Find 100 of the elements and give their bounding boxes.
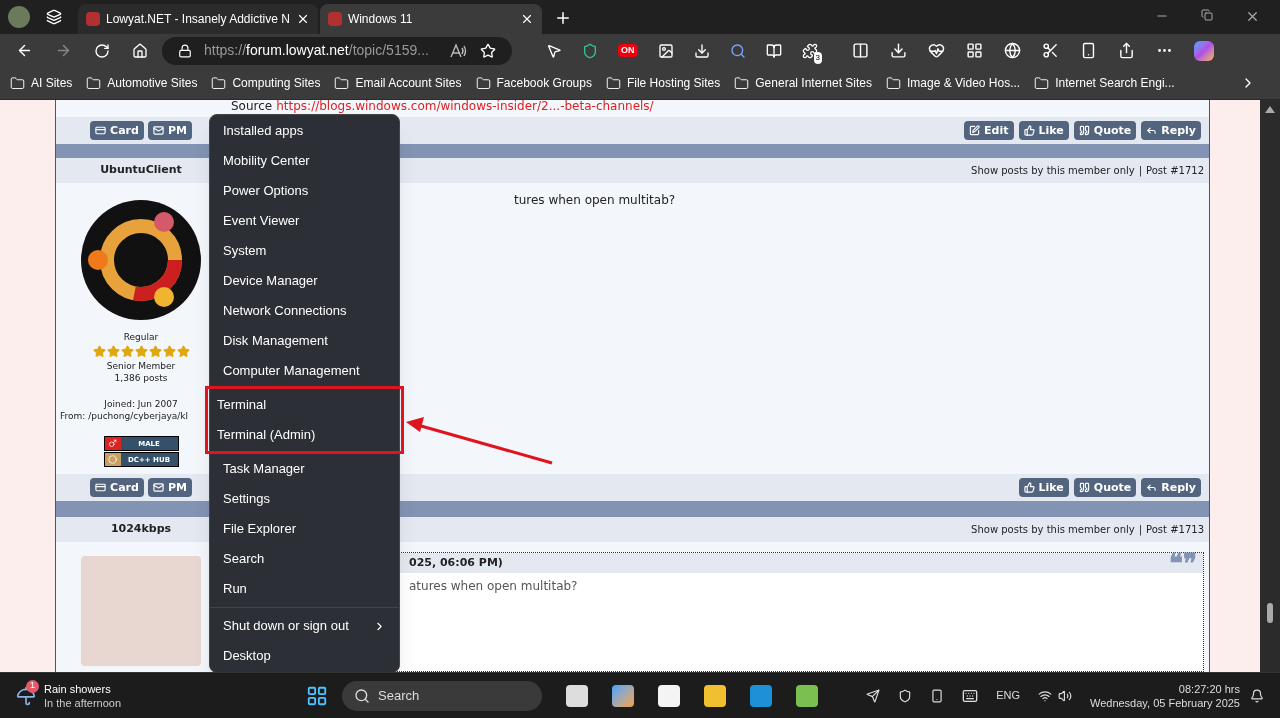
edit-button[interactable]: Edit — [964, 121, 1014, 141]
extension-icon[interactable] — [765, 42, 782, 59]
bookmark-folder[interactable]: Automotive Sites — [86, 74, 198, 92]
extension-count-badge: 3 — [813, 51, 822, 64]
like-icon — [1023, 125, 1035, 137]
post-number[interactable]: Post #1713 — [1146, 521, 1204, 537]
browser-tab[interactable]: Lowyat.NET - Insanely Addictive N — [78, 4, 318, 34]
menu-item[interactable]: Power Options — [210, 176, 399, 206]
quote-button[interactable]: Quote — [1073, 478, 1137, 498]
folder-icon — [734, 75, 750, 91]
scrollbar[interactable] — [1260, 100, 1280, 672]
forward-icon[interactable] — [55, 42, 72, 59]
back-icon[interactable] — [16, 42, 33, 59]
join-date: Joined: Jun 2007 — [104, 398, 178, 410]
tray-icon[interactable] — [898, 688, 913, 703]
taskbar-app-icon[interactable] — [704, 684, 726, 707]
taskbar-app-icon[interactable] — [612, 684, 634, 707]
volume-icon[interactable] — [1057, 688, 1072, 703]
bookmark-folder[interactable]: Computing Sites — [211, 74, 321, 92]
quote-button[interactable]: Quote — [1073, 121, 1137, 141]
extension-toggle[interactable]: ON — [618, 43, 638, 58]
extension-icon[interactable] — [801, 42, 818, 59]
restore-icon[interactable] — [1201, 9, 1213, 21]
reply-button[interactable]: Reply — [1141, 121, 1201, 141]
menu-item[interactable]: Network Connections — [210, 296, 399, 326]
menu-item[interactable]: Terminal — [208, 390, 401, 420]
tray-icon[interactable] — [866, 688, 881, 703]
bookmark-folder[interactable]: General Internet Sites — [734, 74, 872, 92]
rating-star-icon — [162, 345, 176, 358]
reply-icon — [1146, 482, 1158, 494]
edit-icon — [969, 125, 981, 137]
folder-icon — [886, 75, 901, 91]
toolbar-icon[interactable] — [965, 42, 983, 59]
extension-icon[interactable] — [546, 42, 562, 59]
menu-item[interactable]: Event Viewer — [210, 206, 399, 236]
taskbar-app-icon[interactable] — [566, 684, 588, 707]
toolbar-icon[interactable] — [1003, 42, 1021, 59]
notifications-icon[interactable] — [1250, 688, 1264, 703]
card-button[interactable]: Card — [90, 121, 144, 141]
like-button[interactable]: Like — [1018, 478, 1069, 498]
pm-button[interactable]: PM — [147, 478, 192, 498]
menu-item[interactable]: Search — [210, 544, 399, 574]
toolbar-icon[interactable] — [851, 42, 869, 59]
start-icon[interactable] — [306, 684, 328, 707]
member-posts-link[interactable]: Show posts by this member only — [971, 162, 1135, 178]
menu-item[interactable]: Task Manager — [210, 454, 399, 484]
menu-item[interactable]: Shut down or sign out — [210, 611, 399, 641]
taskbar-search-field[interactable]: Search — [342, 680, 542, 711]
extension-icon[interactable] — [657, 42, 674, 59]
source-link[interactable]: https://blogs.windows.com/windows-insider/2...-beta-channels/ — [276, 100, 654, 112]
browser-tab[interactable]: Windows 11 — [319, 4, 542, 34]
toolbar-icon[interactable] — [927, 42, 945, 59]
bookmark-folder[interactable]: Internet Search Engi... — [1034, 74, 1175, 92]
menu-item[interactable]: Disk Management — [210, 326, 399, 356]
pm-button[interactable]: PM — [147, 121, 192, 141]
menu-item[interactable]: System — [210, 236, 399, 266]
card-button[interactable]: Card — [90, 478, 144, 498]
assistant-icon[interactable] — [1193, 40, 1214, 61]
tray-icon[interactable] — [930, 688, 945, 703]
wifi-icon[interactable] — [1037, 688, 1052, 703]
extension-icon[interactable] — [693, 42, 710, 59]
toolbar-icon[interactable] — [1041, 42, 1059, 59]
post-number[interactable]: Post #1712 — [1146, 162, 1204, 178]
toolbar-icon[interactable] — [889, 42, 907, 59]
address-bar[interactable]: https://forum.lowyat.net/topic/5159... — [162, 36, 512, 65]
extension-icon[interactable] — [729, 42, 746, 59]
menu-item[interactable]: Mobility Center — [210, 146, 399, 176]
folder-icon — [1034, 75, 1050, 91]
menu-item[interactable]: Run — [210, 574, 399, 604]
member-posts-link[interactable]: Show posts by this member only — [971, 521, 1135, 537]
refresh-icon[interactable] — [94, 42, 110, 59]
bookmark-folder[interactable]: AI Sites — [10, 74, 73, 92]
menu-item[interactable]: Installed apps — [210, 116, 399, 146]
home-icon[interactable] — [132, 42, 148, 59]
read-aloud-icon[interactable] — [450, 42, 468, 59]
taskbar-app-icon[interactable] — [658, 684, 680, 707]
tab-actions-icon[interactable] — [46, 9, 62, 25]
quote-text: atures when open multitab? — [409, 579, 578, 593]
bookmark-folder[interactable]: File Hosting Sites — [605, 74, 721, 92]
taskbar-app-icon[interactable] — [796, 684, 818, 707]
like-button[interactable]: Like — [1018, 121, 1069, 141]
bookmark-folder[interactable]: Email Account Sites — [334, 74, 462, 92]
bookmark-folder[interactable]: Image & Video Hos... — [886, 74, 1021, 92]
clock-date[interactable]: Wednesday, 05 February 2025 — [1089, 695, 1240, 710]
menu-item[interactable]: Desktop — [210, 641, 399, 671]
profile-icon[interactable] — [8, 6, 30, 28]
menu-item[interactable]: Device Manager — [210, 266, 399, 296]
bookmark-folder[interactable]: Facebook Groups — [475, 74, 592, 92]
extension-icon[interactable] — [582, 42, 598, 59]
favorite-icon[interactable] — [480, 42, 496, 59]
close-icon[interactable] — [1245, 9, 1260, 24]
language-indicator[interactable]: ENG — [996, 687, 1020, 704]
menu-item[interactable]: Settings — [210, 484, 399, 514]
keyboard-icon[interactable] — [962, 687, 979, 704]
reply-button[interactable]: Reply — [1141, 478, 1201, 498]
menu-item[interactable]: Computer Management — [210, 356, 399, 386]
clock-time[interactable]: 08:27:20 hrs — [1178, 681, 1240, 696]
menu-item[interactable]: Terminal (Admin) — [208, 420, 401, 450]
toolbar-icon[interactable] — [1117, 42, 1135, 59]
menu-item[interactable]: File Explorer — [210, 514, 399, 544]
